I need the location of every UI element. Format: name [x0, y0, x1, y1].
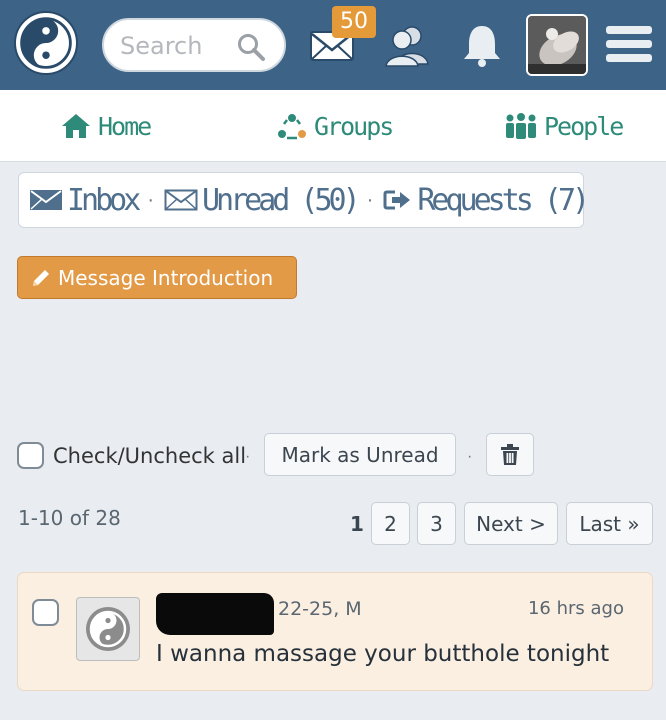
mail-badge[interactable]: 50	[332, 6, 376, 38]
tab-unread[interactable]: Unread (50)	[164, 182, 361, 218]
menu-icon[interactable]	[604, 20, 654, 68]
nav-groups[interactable]: Groups	[276, 109, 394, 143]
separator: ·	[147, 188, 154, 211]
result-count: 1-10 of 28	[18, 506, 121, 530]
check-all[interactable]: Check/Uncheck all	[17, 442, 246, 469]
tab-unread-label: Unread (50)	[201, 182, 361, 218]
groups-icon	[278, 114, 306, 140]
nav-people-label: People	[544, 111, 624, 141]
page-3-button[interactable]: 3	[417, 502, 456, 545]
trash-icon	[501, 443, 519, 465]
home-icon	[62, 114, 90, 138]
mark-as-unread-button[interactable]: Mark as Unread	[264, 433, 456, 476]
people-icon[interactable]	[382, 22, 432, 68]
message-introduction-label: Message Introduction	[58, 265, 274, 290]
next-page-button[interactable]: Next >	[464, 502, 558, 545]
top-bar: 50	[0, 0, 666, 90]
tab-requests[interactable]: Requests (7)	[383, 182, 590, 218]
bell-icon[interactable]	[460, 22, 504, 68]
check-all-checkbox[interactable]	[17, 442, 44, 469]
message-time: 16 hrs ago	[527, 598, 624, 619]
separator: ·	[467, 448, 473, 465]
envelope-icon	[30, 190, 62, 210]
nav-groups-label: Groups	[314, 111, 394, 141]
current-page: 1	[350, 512, 364, 536]
tab-requests-label: Requests (7)	[417, 182, 590, 218]
nav-people[interactable]: People	[504, 109, 624, 143]
mailbox-tabs: Inbox · Unread (50) · Requests (7)	[18, 172, 590, 228]
separator: ·	[366, 188, 374, 211]
separator: ·	[245, 448, 251, 465]
sender-meta: 22-25, M	[278, 598, 362, 620]
message-row[interactable]: 22-25, M 16 hrs ago I wanna massage your…	[17, 572, 653, 691]
sign-in-arrow-icon	[383, 190, 411, 210]
redacted-sender-name	[156, 593, 274, 635]
user-avatar[interactable]	[526, 14, 588, 76]
page-2-button[interactable]: 2	[371, 502, 410, 545]
search-box[interactable]	[102, 18, 286, 72]
message-checkbox[interactable]	[32, 599, 59, 626]
tab-inbox[interactable]: Inbox	[29, 182, 141, 218]
main-nav: Home Groups People	[0, 90, 666, 162]
delete-button[interactable]	[486, 433, 534, 476]
tab-inbox-label: Inbox	[67, 182, 141, 218]
nav-home[interactable]: Home	[60, 109, 152, 143]
search-icon[interactable]	[236, 32, 266, 62]
pencil-icon	[33, 269, 49, 286]
last-page-button[interactable]: Last »	[566, 502, 653, 545]
message-preview: I wanna massage your butthole tonight	[156, 641, 610, 667]
people-group-icon	[506, 113, 536, 139]
check-all-label: Check/Uncheck all	[53, 443, 247, 468]
nav-home-label: Home	[98, 111, 152, 141]
envelope-outline-icon	[164, 189, 198, 211]
sender-avatar[interactable]	[76, 597, 140, 661]
yin-yang-icon	[86, 607, 130, 651]
yin-yang-logo-icon[interactable]	[14, 11, 78, 75]
search-input[interactable]	[120, 31, 232, 61]
message-introduction-button[interactable]: Message Introduction	[17, 256, 297, 299]
